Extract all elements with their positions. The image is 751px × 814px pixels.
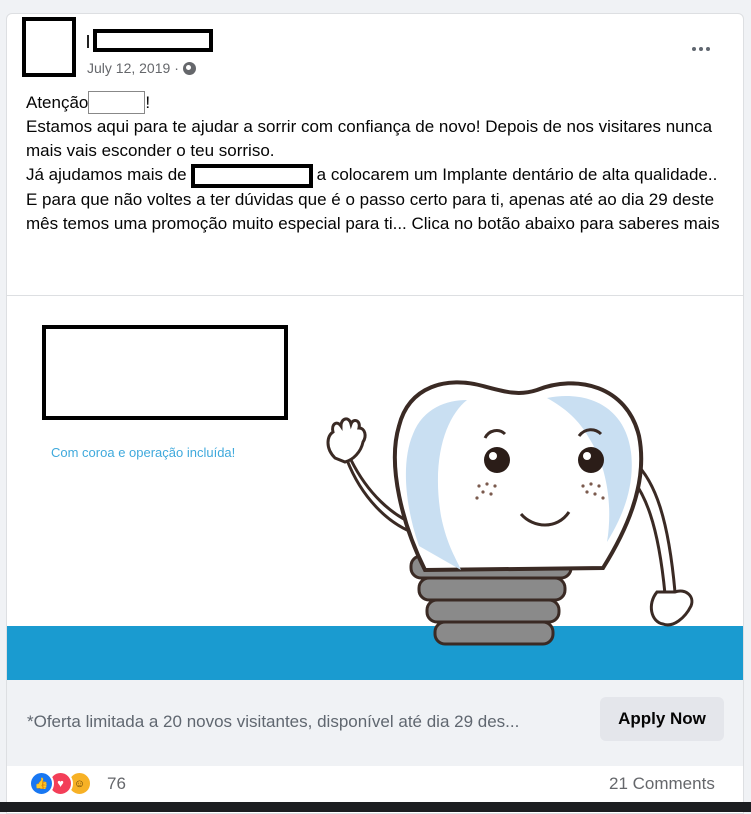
apply-now-button[interactable]: Apply Now — [600, 697, 724, 741]
reaction-count[interactable]: 76 — [107, 774, 126, 794]
redacted-number — [190, 163, 313, 188]
avatar[interactable] — [22, 17, 76, 77]
post-text-line: E para que não voltes a ter dúvidas que … — [26, 189, 720, 233]
reaction-icons[interactable]: 👍 ♥ ☺ — [29, 771, 92, 796]
post-card: July 12, 2019 · Atenção! Estamos aqui pa… — [6, 13, 744, 814]
ad-caption: Com coroa e operação incluída! — [51, 445, 236, 460]
tooth-mascot-illustration — [326, 380, 694, 646]
author-name[interactable] — [93, 29, 213, 52]
meta-separator: · — [174, 60, 179, 76]
post-text: Atenção! Estamos aqui para te ajudar a s… — [26, 90, 731, 236]
globe-icon[interactable] — [182, 61, 196, 75]
post-text-line: Atenção! — [26, 90, 731, 115]
ad-image[interactable]: Com coroa e operação incluída! — [7, 296, 743, 680]
post-text-line: Estamos aqui para te ajudar a sorrir com… — [26, 117, 713, 160]
author-name-initial — [87, 35, 89, 48]
bottom-bar — [0, 802, 751, 812]
ad-logo — [42, 325, 288, 420]
cta-description[interactable]: *Oferta limitada a 20 novos visitantes, … — [27, 712, 572, 732]
redacted-name — [88, 90, 146, 114]
like-icon: 👍 — [29, 771, 54, 796]
post-date[interactable]: July 12, 2019 — [87, 60, 170, 76]
comments-link[interactable]: 21 Comments — [609, 774, 715, 794]
post-text-line: Já ajudamos mais de a colocarem um Implan… — [26, 163, 731, 188]
post-meta: July 12, 2019 · — [87, 60, 196, 76]
more-options-icon — [692, 47, 696, 51]
call-to-action-bar[interactable]: *Oferta limitada a 20 novos visitantes, … — [7, 680, 743, 766]
more-options-button[interactable] — [683, 34, 719, 64]
